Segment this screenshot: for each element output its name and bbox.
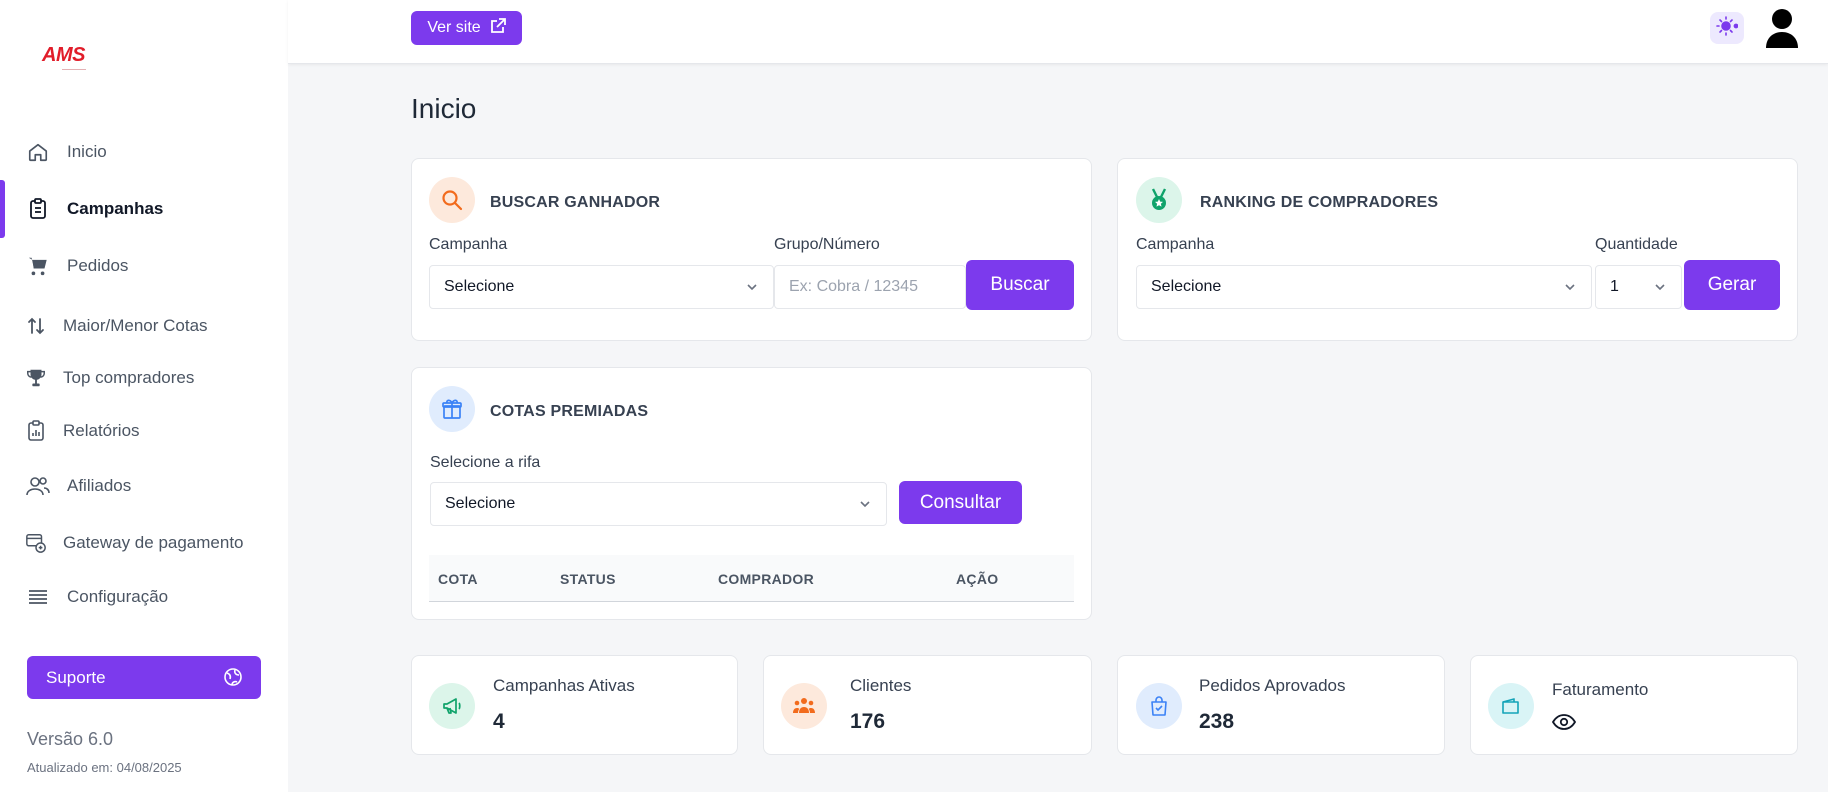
trophy-icon bbox=[24, 366, 48, 390]
stat-label: Faturamento bbox=[1552, 680, 1649, 699]
card-title: COTAS PREMIADAS bbox=[490, 403, 649, 420]
menu-lines-icon bbox=[26, 585, 50, 609]
version-text: Versão 6.0 bbox=[27, 729, 114, 749]
sidebar-item-inicio[interactable]: Inicio bbox=[0, 130, 288, 174]
sidebar-item-pedidos[interactable]: Pedidos bbox=[0, 244, 288, 288]
sidebar: AMS Inicio Campanhas Pedidos Maior/Menor… bbox=[0, 0, 288, 792]
stat-label: Clientes bbox=[850, 676, 912, 695]
chevron-down-icon bbox=[858, 497, 872, 516]
payment-gateway-icon bbox=[24, 531, 48, 555]
shopping-bag-icon bbox=[1136, 683, 1182, 729]
rifa-label: Selecione a rifa bbox=[430, 454, 541, 471]
sidebar-item-gateway-pagamento[interactable]: Gateway de pagamento bbox=[0, 521, 288, 565]
sidebar-item-label: Gateway de pagamento bbox=[63, 533, 244, 552]
quantidade-label: Quantidade bbox=[1595, 236, 1678, 253]
sidebar-item-label: Campanhas bbox=[67, 199, 164, 218]
sidebar-item-configuracao[interactable]: Configuração bbox=[0, 575, 288, 619]
stat-label: Pedidos Aprovados bbox=[1199, 676, 1346, 695]
buscar-button[interactable]: Buscar bbox=[966, 260, 1074, 310]
stat-clientes: Clientes 176 bbox=[763, 655, 1092, 755]
sidebar-item-label: Relatórios bbox=[63, 421, 140, 440]
stat-value: 238 bbox=[1199, 710, 1235, 733]
topbar: Ver site bbox=[288, 0, 1828, 64]
cart-icon bbox=[26, 254, 50, 278]
sidebar-item-relatorios[interactable]: Relatórios bbox=[0, 409, 288, 453]
theme-toggle-button[interactable] bbox=[1710, 12, 1744, 44]
campanha-select[interactable]: Selecione bbox=[1136, 265, 1592, 309]
quantidade-select[interactable]: 1 bbox=[1595, 265, 1682, 309]
stat-pedidos-aprovados: Pedidos Aprovados 238 bbox=[1117, 655, 1445, 755]
search-icon bbox=[429, 177, 475, 223]
column-header-acao: AÇÃO bbox=[956, 571, 999, 587]
stat-campanhas-ativas: Campanhas Ativas 4 bbox=[411, 655, 738, 755]
sidebar-item-maior-menor-cotas[interactable]: Maior/Menor Cotas bbox=[0, 304, 288, 348]
sidebar-item-label: Inicio bbox=[67, 142, 107, 161]
cotas-premiadas-card: COTAS PREMIADAS Selecione a rifa Selecio… bbox=[411, 367, 1092, 620]
logo-underline bbox=[62, 69, 86, 70]
table-header: COTA STATUS COMPRADOR AÇÃO bbox=[429, 555, 1074, 602]
report-icon bbox=[24, 419, 48, 443]
ver-site-label: Ver site bbox=[427, 19, 481, 36]
consultar-button[interactable]: Consultar bbox=[899, 481, 1022, 524]
support-label: Suporte bbox=[46, 667, 106, 687]
campanha-select[interactable]: Selecione bbox=[429, 265, 774, 309]
updated-text: Atualizado em: 04/08/2025 bbox=[27, 760, 182, 775]
megaphone-icon bbox=[429, 683, 475, 729]
rifa-select[interactable]: Selecione bbox=[430, 482, 887, 526]
support-button[interactable]: Suporte bbox=[27, 656, 261, 699]
sidebar-item-label: Afiliados bbox=[67, 476, 132, 495]
sidebar-item-label: Configuração bbox=[67, 587, 169, 606]
logo-text: AMS bbox=[42, 44, 85, 66]
support-globe-icon bbox=[223, 667, 243, 692]
campanha-label: Campanha bbox=[1136, 236, 1215, 253]
grupo-numero-label: Grupo/Número bbox=[774, 236, 880, 253]
select-value: Selecione bbox=[444, 278, 515, 295]
select-value: Selecione bbox=[1151, 278, 1222, 295]
column-header-status: STATUS bbox=[560, 571, 616, 587]
card-title: BUSCAR GANHADOR bbox=[490, 194, 661, 211]
gerar-button[interactable]: Gerar bbox=[1684, 260, 1780, 310]
user-icon bbox=[1764, 9, 1800, 52]
chevron-down-icon bbox=[1653, 280, 1667, 299]
chevron-down-icon bbox=[1563, 280, 1577, 299]
sidebar-item-label: Pedidos bbox=[67, 256, 129, 275]
select-value: 1 bbox=[1610, 278, 1619, 295]
sidebar-item-top-compradores[interactable]: Top compradores bbox=[0, 356, 288, 400]
chevron-down-icon bbox=[745, 280, 759, 299]
clipboard-icon bbox=[26, 197, 50, 221]
sidebar-item-campanhas[interactable]: Campanhas bbox=[0, 180, 288, 238]
stat-value: 4 bbox=[493, 710, 505, 733]
column-header-cota: COTA bbox=[438, 571, 478, 587]
ver-site-button[interactable]: Ver site bbox=[411, 11, 522, 45]
stat-faturamento: Faturamento bbox=[1470, 655, 1798, 755]
buscar-ganhador-card: BUSCAR GANHADOR Campanha Selecione Grupo… bbox=[411, 158, 1092, 341]
sun-icon bbox=[1716, 15, 1739, 42]
stat-value: 176 bbox=[850, 710, 886, 733]
users-icon bbox=[26, 474, 50, 498]
gift-icon bbox=[429, 386, 475, 432]
ranking-compradores-card: RANKING DE COMPRADORES Campanha Selecion… bbox=[1117, 158, 1798, 341]
external-link-icon bbox=[490, 17, 506, 39]
users-group-icon bbox=[781, 683, 827, 729]
sort-arrows-icon bbox=[24, 314, 48, 338]
column-header-comprador: COMPRADOR bbox=[718, 571, 815, 587]
toggle-visibility-eye-icon[interactable] bbox=[1551, 714, 1577, 735]
campanha-label: Campanha bbox=[429, 236, 508, 253]
card-title: RANKING DE COMPRADORES bbox=[1200, 194, 1439, 211]
medal-icon bbox=[1136, 177, 1182, 223]
stat-label: Campanhas Ativas bbox=[493, 676, 635, 695]
logo[interactable]: AMS bbox=[42, 44, 102, 74]
page-title: Inicio bbox=[411, 93, 477, 124]
sidebar-item-label: Maior/Menor Cotas bbox=[63, 316, 208, 335]
home-icon bbox=[26, 140, 50, 164]
grupo-numero-input[interactable] bbox=[774, 265, 966, 309]
sidebar-item-label: Top compradores bbox=[63, 368, 195, 387]
sidebar-item-afiliados[interactable]: Afiliados bbox=[0, 464, 288, 508]
wallet-icon bbox=[1488, 683, 1534, 729]
select-value: Selecione bbox=[445, 495, 516, 512]
user-avatar-button[interactable] bbox=[1764, 8, 1800, 48]
